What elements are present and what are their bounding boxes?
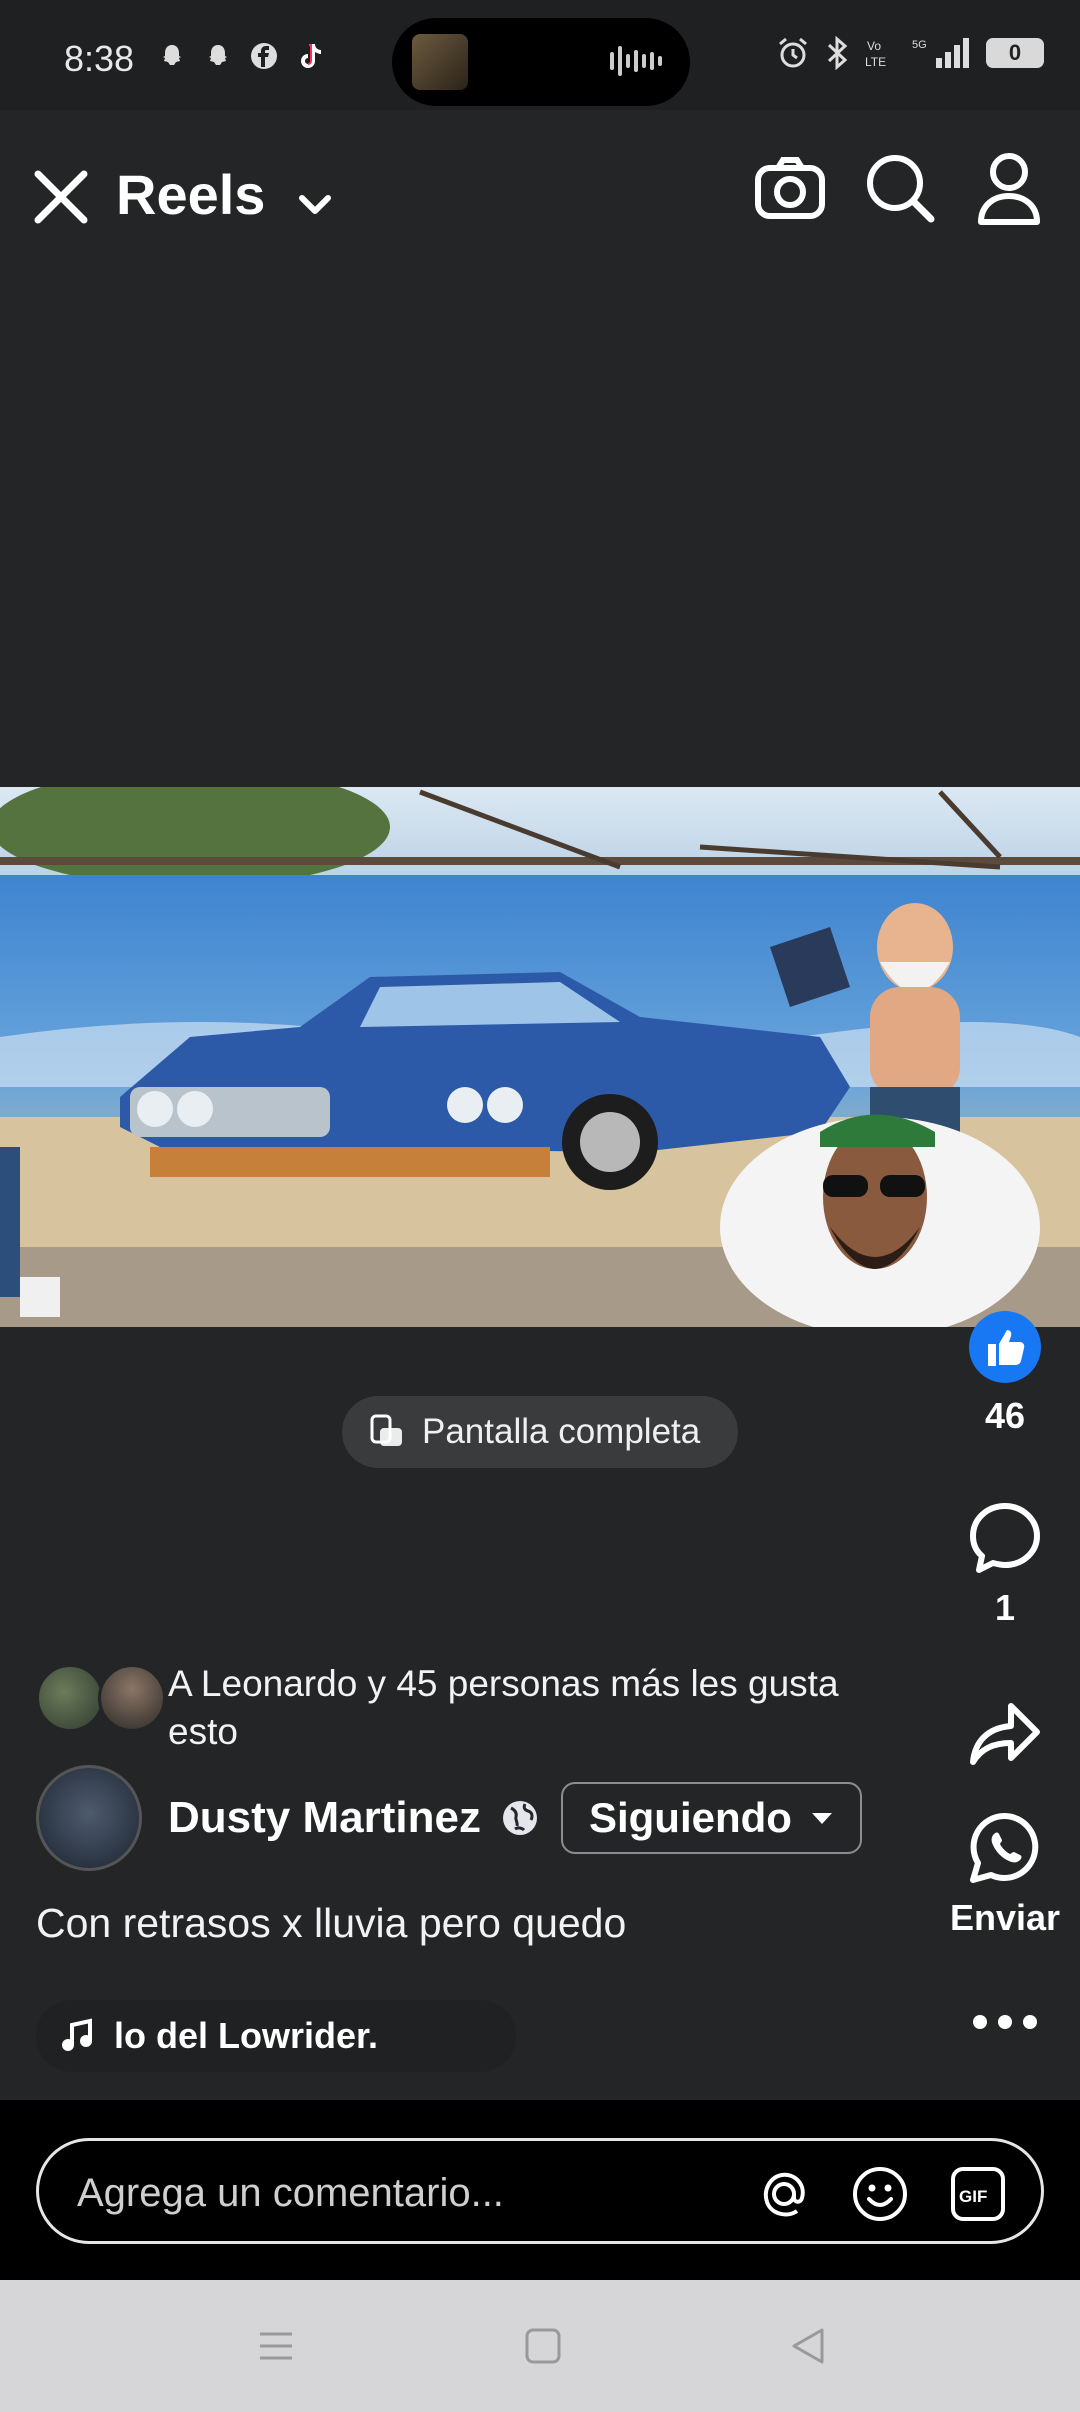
author-name[interactable]: Dusty Martinez: [168, 1793, 481, 1843]
svg-text:5G: 5G: [912, 39, 927, 51]
more-icon[interactable]: [970, 2012, 1040, 2032]
battery-indicator: 0: [986, 38, 1044, 68]
bluetooth-icon: [827, 36, 848, 70]
reel-video[interactable]: [0, 787, 1080, 1327]
avatar: [98, 1664, 166, 1732]
comment-input[interactable]: Agrega un comentario...: [77, 2171, 504, 2216]
svg-text:LTE: LTE: [865, 55, 886, 69]
post-caption[interactable]: Con retrasos x lluvia pero quedo: [36, 1900, 626, 1947]
album-art: [412, 34, 468, 90]
snapchat-icon: [156, 40, 188, 72]
camera-icon[interactable]: [752, 150, 828, 226]
share-action[interactable]: [930, 1696, 1080, 1777]
reels-header: Reels: [0, 140, 1080, 260]
comment-count: 1: [994, 1587, 1016, 1628]
share-icon[interactable]: [967, 1696, 1043, 1772]
like-icon[interactable]: [968, 1310, 1042, 1384]
close-icon[interactable]: [30, 166, 92, 228]
whatsapp-action[interactable]: Enviar: [930, 1810, 1080, 1939]
likes-summary[interactable]: A Leonardo y 45 personas más les gusta e…: [36, 1660, 896, 1756]
status-time: 8:38: [64, 38, 135, 79]
fullscreen-button[interactable]: Pantalla completa: [342, 1396, 738, 1468]
status-bar: 8:38 Vo LTE 5G 0: [0, 0, 1080, 110]
mention-icon[interactable]: [755, 2165, 813, 2223]
profile-icon[interactable]: [976, 150, 1042, 226]
audio-wave-icon: [610, 46, 662, 76]
snapchat-icon: [202, 40, 234, 72]
notification-icons: [156, 40, 326, 72]
svg-text:GIF: GIF: [959, 2187, 987, 2206]
music-title: lo del Lowrider.: [114, 2015, 379, 2056]
gif-icon[interactable]: GIF: [949, 2165, 1007, 2223]
system-nav-bar: [0, 2280, 1080, 2412]
video-frame-image: [0, 787, 1080, 1327]
author-row: Dusty Martinez Siguiendo: [36, 1764, 936, 1872]
globe-icon: [502, 1801, 537, 1835]
caret-down-icon: [811, 1813, 832, 1824]
svg-text:Vo: Vo: [867, 39, 881, 53]
back-icon[interactable]: [788, 2326, 828, 2371]
like-count: 46: [984, 1395, 1026, 1436]
comment-action[interactable]: 1: [930, 1500, 1080, 1629]
recent-apps-icon[interactable]: [256, 2326, 296, 2371]
chevron-down-icon[interactable]: [290, 180, 340, 230]
home-icon[interactable]: [523, 2326, 563, 2371]
comment-bar: Agrega un comentario... GIF: [0, 2100, 1080, 2280]
rotate-screen-icon: [370, 1414, 402, 1446]
emoji-icon[interactable]: [851, 2165, 909, 2223]
search-icon[interactable]: [862, 150, 938, 226]
system-icons: Vo LTE 5G 0: [776, 36, 1044, 70]
alarm-icon: [779, 37, 807, 68]
volte-icon: Vo LTE: [865, 39, 886, 69]
page-title[interactable]: Reels: [116, 162, 265, 227]
music-ticker[interactable]: lo del Lowrider.: [36, 2000, 516, 2072]
comment-input-box[interactable]: Agrega un comentario... GIF: [36, 2138, 1044, 2244]
author-avatar[interactable]: [36, 1765, 142, 1871]
comment-icon[interactable]: [967, 1500, 1043, 1576]
fullscreen-label: Pantalla completa: [422, 1412, 701, 1451]
likes-text: A Leonardo y 45 personas más les gusta e…: [168, 1663, 839, 1752]
share-label: Enviar: [949, 1897, 1061, 1938]
like-action[interactable]: 46: [930, 1310, 1080, 1437]
following-button[interactable]: Siguiendo: [560, 1782, 862, 1854]
following-label: Siguiendo: [588, 1794, 792, 1841]
5g-signal-icon: 5G: [912, 38, 969, 68]
music-note-icon: [62, 2018, 92, 2051]
avatar: [36, 1664, 104, 1732]
more-options[interactable]: [930, 2012, 1080, 2037]
tiktok-icon: [294, 40, 326, 72]
liker-avatars: [36, 1660, 176, 1732]
whatsapp-icon[interactable]: [967, 1810, 1043, 1886]
facebook-icon: [248, 40, 280, 72]
dynamic-island[interactable]: [392, 18, 690, 106]
